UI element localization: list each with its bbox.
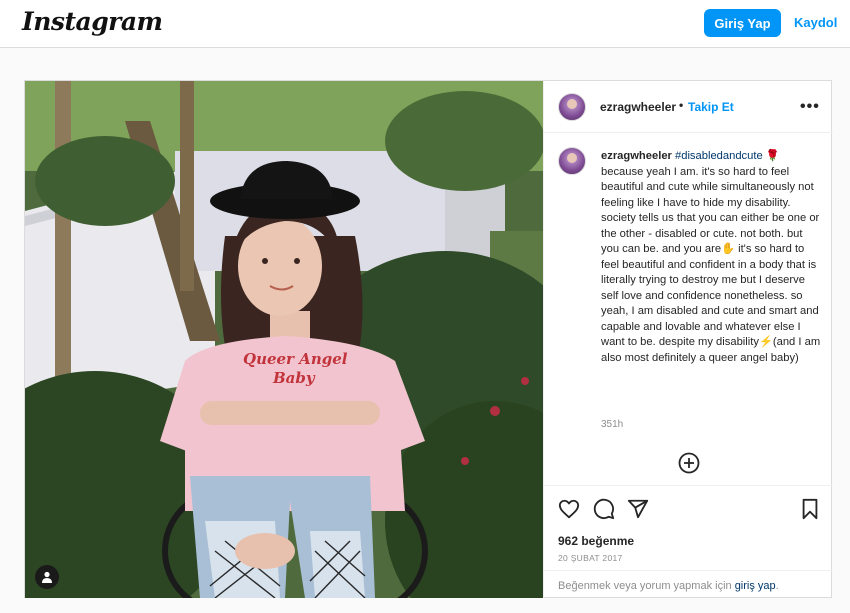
like-count[interactable]: 962 beğenme <box>558 534 634 548</box>
username-link[interactable]: ezragwheeler <box>600 100 676 114</box>
more-horizontal-icon[interactable]: ••• <box>800 98 820 116</box>
post-caption: ezragwheeler #disabledandcute 🌹 because … <box>601 149 821 366</box>
avatar[interactable] <box>558 93 586 121</box>
post-card: Queer Angel Baby ezragwheeler • Takip Et… <box>24 80 833 598</box>
post-photo-illustration: Queer Angel Baby <box>25 81 543 598</box>
instagram-logo[interactable]: Instagram <box>22 7 163 36</box>
follow-button[interactable]: Takip Et <box>688 100 734 114</box>
post-sidebar: ezragwheeler • Takip Et ••• ezragwheeler… <box>543 81 833 598</box>
add-circle-icon[interactable] <box>678 452 700 474</box>
signup-link[interactable]: Kaydol <box>794 15 837 30</box>
caption-text-1: because yeah I am. it's so hard to feel … <box>601 165 820 256</box>
login-button[interactable]: Giriş Yap <box>704 9 781 37</box>
post-actions: 962 beğenme 20 ŞUBAT 2017 Beğenmek veya … <box>544 485 833 598</box>
top-bar: Instagram Giriş Yap Kaydol <box>0 0 850 48</box>
lightning-emoji: ⚡ <box>758 336 773 348</box>
post-header: ezragwheeler • Takip Et ••• <box>544 81 833 133</box>
share-icon[interactable] <box>627 498 649 520</box>
bookmark-icon[interactable] <box>800 498 820 520</box>
caption-time: 351h <box>601 419 624 430</box>
raised-hand-emoji: ✋ <box>721 243 735 255</box>
login-prompt: Beğenmek veya yorum yapmak için giriş ya… <box>544 570 833 599</box>
user-tag-icon[interactable] <box>35 565 59 589</box>
separator-dot: • <box>679 98 684 112</box>
shirt-text-line1: Queer Angel <box>243 350 348 368</box>
login-prompt-text: Beğenmek veya yorum yapmak için <box>558 580 735 592</box>
comment-icon[interactable] <box>593 498 615 520</box>
caption-hashtag[interactable]: #disabledandcute <box>675 150 763 162</box>
post-photo[interactable]: Queer Angel Baby <box>25 81 543 598</box>
caption-text-2: it's so hard to feel beautiful and confi… <box>601 243 819 348</box>
caption-username[interactable]: ezragwheeler <box>601 150 672 162</box>
rose-emoji: 🌹 <box>765 150 780 162</box>
heart-icon[interactable] <box>558 498 580 520</box>
post-date: 20 ŞUBAT 2017 <box>558 553 623 563</box>
login-prompt-suffix: . <box>775 580 779 592</box>
shirt-text-line2: Baby <box>272 369 316 387</box>
login-prompt-link[interactable]: giriş yap <box>735 580 776 592</box>
caption-avatar[interactable] <box>558 147 586 175</box>
